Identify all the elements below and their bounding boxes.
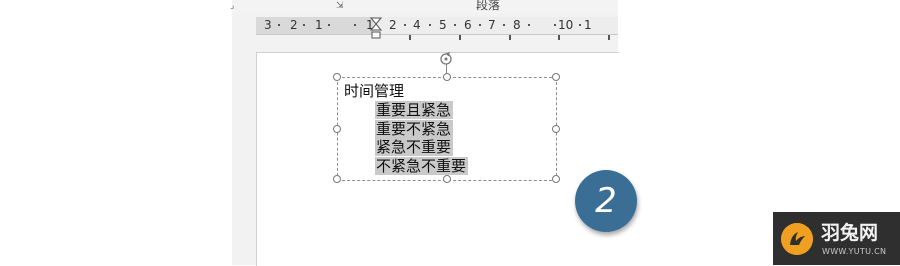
selected-list-item[interactable]: 紧急不重要: [375, 138, 454, 156]
ruler-dot: [528, 24, 530, 26]
resize-handle[interactable]: [333, 125, 341, 133]
resize-handle[interactable]: [552, 125, 560, 133]
ruler-label: 3: [264, 18, 272, 32]
indent-marker-icon[interactable]: [370, 17, 382, 41]
ruler-label: 2: [389, 18, 397, 32]
tab-stop[interactable]: [409, 35, 411, 40]
ruler-dot: [554, 24, 556, 26]
paragraph-dialog-launcher-icon[interactable]: ⇲: [336, 1, 344, 11]
tab-stop[interactable]: [608, 35, 610, 40]
ruler-dot: [278, 24, 280, 26]
yutu-logo-icon: [781, 223, 813, 255]
ribbon-strip: ⌟ ⇲ 段落: [230, 0, 618, 14]
selected-list-item[interactable]: 不紧急不重要: [375, 157, 469, 175]
ruler-dot: [579, 24, 581, 26]
ruler-label: 1: [584, 18, 592, 32]
rotate-icon[interactable]: [439, 52, 453, 66]
watermark-url: WWW.YUTU.CN: [822, 247, 887, 256]
ruler-dot: [429, 24, 431, 26]
watermark: 羽兔网 WWW.YUTU.CN: [773, 212, 900, 265]
dialog-launcher-icon[interactable]: ⌟: [230, 1, 234, 11]
ruler-dot: [503, 24, 505, 26]
resize-handle[interactable]: [333, 73, 341, 81]
ruler-label: 2: [290, 18, 298, 32]
paragraph-group-label: 段落: [476, 0, 501, 12]
ruler-dot: [479, 24, 481, 26]
ruler-label: 7: [488, 18, 496, 32]
selected-list-item[interactable]: 重要且紧急: [375, 101, 454, 119]
ruler-dot: [328, 24, 330, 26]
horizontal-ruler[interactable]: 3 2 1 1 2 4 5 6 7 8 10 1: [256, 17, 618, 35]
ruler-dot: [454, 24, 456, 26]
resize-handle[interactable]: [333, 175, 341, 183]
ruler-dot: [303, 24, 305, 26]
ruler-label: 1: [315, 18, 323, 32]
selected-list-item[interactable]: 重要不紧急: [375, 120, 454, 138]
textbox-title[interactable]: 时间管理: [344, 82, 404, 101]
ruler-label: 5: [439, 18, 447, 32]
watermark-title: 羽兔网: [821, 222, 879, 244]
tab-stop[interactable]: [558, 35, 560, 40]
ruler-dot: [354, 24, 356, 26]
ruler-dot: [404, 24, 406, 26]
ruler-label: 8: [513, 18, 521, 32]
resize-handle[interactable]: [552, 175, 560, 183]
word-window: ⌟ ⇲ 段落 3 2 1 1 2 4 5 6 7 8 10 1 时间管理 重要且…: [230, 0, 619, 266]
ruler-label: 4: [413, 18, 421, 32]
tab-stop[interactable]: [509, 35, 511, 40]
resize-handle[interactable]: [443, 175, 451, 183]
resize-handle[interactable]: [552, 73, 560, 81]
tab-stop[interactable]: [459, 35, 461, 40]
ruler-label: 6: [464, 18, 472, 32]
ruler-label: 10: [558, 18, 574, 32]
resize-handle[interactable]: [443, 73, 451, 81]
step-badge: 2: [575, 170, 637, 232]
